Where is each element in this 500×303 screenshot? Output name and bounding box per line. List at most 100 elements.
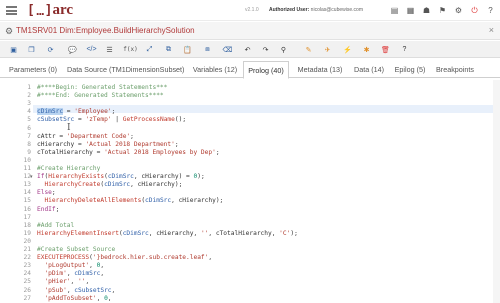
- code-line: #Create Subset Source: [37, 246, 116, 253]
- line-number: 14: [23, 189, 31, 197]
- grid-icon[interactable]: ▦: [405, 5, 416, 16]
- version-label: v2.1.0: [245, 7, 259, 13]
- process-title: TM1SRV01 Dim:Employee.BuildHierarchySolu…: [16, 26, 195, 35]
- execute-icon[interactable]: ⚡: [340, 42, 355, 57]
- settings-icon[interactable]: ⚙: [453, 5, 464, 16]
- code-line: HierarchyCreate(cDimSrc, cHierarchy);: [44, 181, 183, 189]
- code-line: 'pHier', '',: [44, 278, 90, 286]
- help-icon[interactable]: ?: [485, 5, 496, 16]
- help-icon[interactable]: ?: [397, 42, 412, 57]
- code-line: EndIf;: [37, 205, 60, 213]
- line-number: 19: [23, 229, 31, 237]
- comment-icon[interactable]: 💬: [65, 42, 80, 57]
- undo-icon[interactable]: ↶: [240, 42, 255, 57]
- code-line: cAttr = 'Department Code';: [37, 132, 134, 140]
- line-number: 20: [23, 237, 31, 245]
- tag-icon[interactable]: ⚑: [437, 5, 448, 16]
- code-line: EXECUTEPROCESS('}bedrock.hier.sub.create…: [37, 254, 213, 262]
- code-line: 'pAddToSubset', 0,: [44, 294, 112, 302]
- line-number: 7: [27, 132, 31, 140]
- logout-icon[interactable]: ⏻: [469, 5, 480, 16]
- line-number: 1: [27, 84, 31, 91]
- cut-icon[interactable]: ⧈: [200, 42, 215, 57]
- code-line: Else;: [37, 189, 56, 197]
- gear-icon: ⚙: [5, 26, 14, 36]
- run-icon[interactable]: ✈: [320, 42, 335, 57]
- code-editor[interactable]: 1 2 3 4 5 6 7 8 9 10 11 12 13 14 15 16 1…: [0, 80, 500, 303]
- save-icon[interactable]: ▣: [6, 42, 21, 57]
- line-number: 6: [27, 124, 31, 132]
- line-number: 21: [23, 246, 31, 253]
- code-line: #****End: Generated Statements****: [37, 92, 164, 100]
- tab-data[interactable]: Data (14): [350, 61, 388, 78]
- paste-icon[interactable]: 📋: [180, 42, 195, 57]
- reload-icon[interactable]: ⟳: [43, 42, 58, 57]
- close-icon[interactable]: ×: [489, 25, 494, 35]
- list-icon[interactable]: ☰: [102, 42, 117, 57]
- editor-scrollbar[interactable]: [493, 80, 500, 303]
- editor-toolbar: ▣ ❐ ⟳ 💬 </> ☰ f(x) ⤢ ⧉ 📋 ⧈ ⌫ ↶ ↷ ⚲ ✎ ✈ ⚡…: [0, 41, 500, 58]
- code-line: 'pDim', cDimSrc,: [44, 270, 105, 278]
- redo-icon[interactable]: ↷: [258, 42, 273, 57]
- code-line: cHierarchy = 'Actual 2018 Department';: [37, 140, 179, 148]
- edit-icon[interactable]: ✎: [301, 42, 316, 57]
- line-number: 3: [27, 100, 31, 108]
- line-number: 2: [27, 92, 31, 100]
- app-header: [ ... ] arc v2.1.0 Authorized User: nico…: [0, 0, 500, 21]
- tab-epilog[interactable]: Epilog (5): [391, 61, 429, 78]
- authorized-user: Authorized User: nicolas@cubewise.com: [269, 7, 363, 13]
- line-number: 13: [23, 181, 31, 189]
- tab-data-source[interactable]: Data Source (TM1DimensionSubset): [67, 61, 184, 78]
- debug-icon[interactable]: ✱: [359, 42, 374, 57]
- line-number: 10: [23, 156, 31, 164]
- code-line: #Create Hierarchy: [37, 165, 101, 172]
- code-line: 'pLogOutput', 0,: [44, 262, 105, 270]
- server-icon[interactable]: ▤: [389, 5, 400, 16]
- tab-parameters[interactable]: Parameters (0): [7, 61, 59, 78]
- line-number: 22: [23, 254, 31, 262]
- line-number: 12: [23, 173, 31, 181]
- line-number: 16: [23, 205, 31, 213]
- function-icon[interactable]: f(x): [123, 42, 138, 57]
- line-number: 23: [23, 262, 31, 270]
- search-icon[interactable]: ⚲: [276, 42, 291, 57]
- line-number: 18: [23, 221, 31, 229]
- code-line: cSubsetSrc = 'zTemp' | GetProcessName();: [37, 116, 187, 124]
- code-line: #****Begin: Generated Statements***: [37, 84, 168, 91]
- save-as-icon[interactable]: ❐: [24, 42, 39, 57]
- tab-breakpoints[interactable]: Breakpoints: [432, 61, 478, 78]
- line-number: 9: [27, 148, 31, 156]
- line-number: 15: [23, 197, 31, 205]
- line-number: 25: [23, 278, 31, 286]
- format-icon[interactable]: ⤢: [142, 42, 157, 57]
- code-line: cTotalHierarchy = 'Actual 2018 Employees…: [37, 148, 220, 156]
- line-number: 26: [23, 286, 31, 294]
- copy-icon[interactable]: ⧉: [161, 42, 176, 57]
- code-line: #Add Total: [37, 221, 75, 229]
- code-icon[interactable]: </>: [84, 42, 99, 57]
- code-line: HierarchyDeleteAllElements(cDimSrc, cHie…: [44, 197, 224, 205]
- line-number: 5: [27, 116, 31, 124]
- tab-variables[interactable]: Variables (12): [191, 61, 239, 78]
- line-number: 11: [23, 165, 31, 172]
- delete-icon[interactable]: ⌫: [220, 42, 235, 57]
- tab-prolog[interactable]: Prolog (40): [243, 61, 289, 79]
- line-number: 4: [27, 108, 31, 116]
- line-number: 24: [23, 270, 31, 278]
- arc-logo[interactable]: [ ... ] arc: [27, 2, 73, 19]
- code-line: HierarchyElementInsert(cDimSrc, cHierarc…: [37, 229, 298, 237]
- users-icon[interactable]: ☗: [421, 5, 432, 16]
- header-icons: ▤ ▦ ☗ ⚑ ⚙ ⏻ ?: [389, 5, 496, 16]
- line-number: 27: [23, 294, 31, 302]
- line-number: 8: [27, 140, 31, 148]
- text-cursor-icon: I: [67, 123, 71, 133]
- process-tabs: Parameters (0) Data Source (TM1Dimension…: [0, 61, 500, 79]
- menu-icon[interactable]: [6, 6, 17, 15]
- line-number: 17: [23, 213, 31, 221]
- trash-icon[interactable]: 🗑: [378, 42, 393, 57]
- process-titlebar: ⚙ TM1SRV01 Dim:Employee.BuildHierarchySo…: [0, 22, 500, 40]
- fold-arrow-icon[interactable]: ▾: [30, 173, 33, 181]
- code-line: 'pSub', cSubsetSrc,: [44, 286, 116, 294]
- tab-metadata[interactable]: Metadata (13): [293, 61, 347, 78]
- code-line: cDimSrc = 'Employee';: [37, 108, 116, 116]
